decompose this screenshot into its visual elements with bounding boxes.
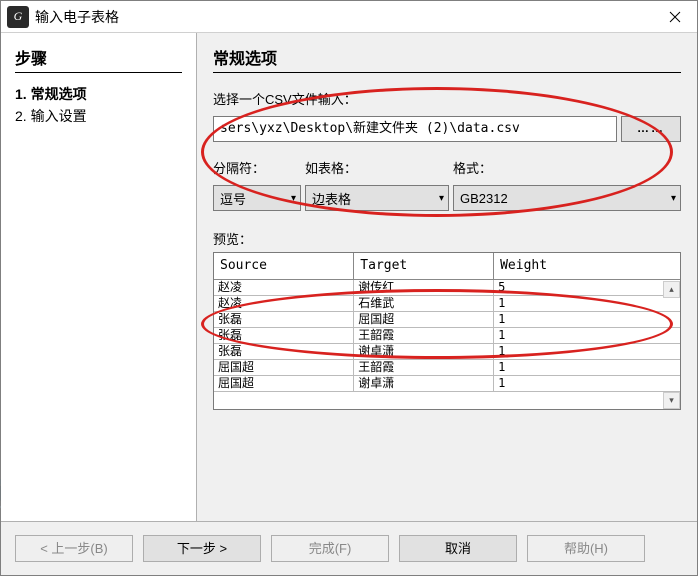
table-cell: 张磊 [214,327,354,343]
scroll-up-button[interactable]: ▴ [663,281,680,298]
table-row[interactable]: 张磊屈国超1 [214,311,680,327]
file-label: 选择一个CSV文件输入： [213,89,681,108]
button-bar: < 上一步(B) 下一步 > 完成(F) 取消 帮助(H) [1,521,697,575]
options-panel: 常规选项 选择一个CSV文件输入： sers\yxz\Desktop\新建文件夹… [197,33,697,521]
file-path-input[interactable]: sers\yxz\Desktop\新建文件夹 (2)\data.csv [213,116,617,142]
table-cell: 张磊 [214,343,354,359]
steps-panel: 步骤 1. 常规选项2. 输入设置 [1,33,197,521]
dropdowns-row: 逗号 ▾ 边表格 ▾ GB2312 ▾ [213,185,681,211]
table-cell: 王韶霞 [354,359,494,375]
table-cell: 1 [494,375,680,391]
table-row[interactable]: 赵凌石维武1 [214,295,680,311]
table-row[interactable]: 赵凌谢传红5 [214,279,680,295]
app-icon-glyph: G [14,9,23,24]
chevron-down-icon: ▾ [439,193,444,204]
table-type-value: 边表格 [312,189,351,208]
table-cell: 张磊 [214,311,354,327]
table-cell: 5 [494,279,680,295]
preview-table: SourceTargetWeight 赵凌谢传红5赵凌石维武1张磊屈国超1张磊王… [214,253,680,392]
table-cell: 赵凌 [214,295,354,311]
step-item[interactable]: 2. 输入设置 [15,105,182,127]
table-row[interactable]: 张磊王韶霞1 [214,327,680,343]
app-icon: G [7,6,29,28]
table-cell: 1 [494,311,680,327]
table-cell: 赵凌 [214,279,354,295]
preview-label: 预览： [213,229,681,248]
steps-heading: 步骤 [15,45,182,69]
file-row: sers\yxz\Desktop\新建文件夹 (2)\data.csv …… [213,116,681,142]
prev-button[interactable]: < 上一步(B) [15,535,133,562]
options-heading: 常规选项 [213,45,681,69]
table-row[interactable]: 屈国超谢卓潇1 [214,375,680,391]
next-button[interactable]: 下一步 > [143,535,261,562]
table-cell: 屈国超 [214,359,354,375]
separator-value: 逗号 [220,189,246,208]
steps-heading-underline [15,72,182,73]
scroll-down-button[interactable]: ▾ [663,392,680,409]
format-value: GB2312 [460,191,508,206]
close-icon [669,11,681,23]
table-cell: 1 [494,343,680,359]
table-cell: 1 [494,327,680,343]
table-cell: 石维武 [354,295,494,311]
window-title: 输入电子表格 [35,7,653,27]
table-cell: 谢卓潇 [354,375,494,391]
table-cell: 王韶霞 [354,327,494,343]
preview-column-header[interactable]: Target [354,253,494,279]
chevron-down-icon: ▾ [291,193,296,204]
preview-header-row: SourceTargetWeight [214,253,680,279]
options-heading-underline [213,72,681,73]
steps-list: 1. 常规选项2. 输入设置 [15,83,182,127]
separator-dropdown[interactable]: 逗号 ▾ [213,185,301,211]
format-dropdown[interactable]: GB2312 ▾ [453,185,681,211]
table-cell: 谢卓潇 [354,343,494,359]
preview-column-header[interactable]: Source [214,253,354,279]
main-area: 步骤 1. 常规选项2. 输入设置 常规选项 选择一个CSV文件输入： sers… [1,33,697,521]
table-row[interactable]: 张磊谢卓潇1 [214,343,680,359]
preview-column-header[interactable]: Weight [494,253,680,279]
browse-button[interactable]: …… [621,116,681,142]
preview-box: SourceTargetWeight 赵凌谢传红5赵凌石维武1张磊屈国超1张磊王… [213,252,681,410]
chevron-down-icon: ▾ [671,193,676,204]
table-type-label: 如表格： [305,158,453,177]
table-cell: 1 [494,359,680,375]
format-label: 格式： [453,158,681,177]
cancel-button[interactable]: 取消 [399,535,517,562]
table-cell: 屈国超 [214,375,354,391]
preview-tbody: 赵凌谢传红5赵凌石维武1张磊屈国超1张磊王韶霞1张磊谢卓潇1屈国超王韶霞1屈国超… [214,279,680,391]
titlebar: G 输入电子表格 [1,1,697,33]
table-cell: 谢传红 [354,279,494,295]
step-item[interactable]: 1. 常规选项 [15,83,182,105]
dropdown-labels-row: 分隔符： 如表格： 格式： [213,158,681,177]
table-cell: 1 [494,295,680,311]
help-button[interactable]: 帮助(H) [527,535,645,562]
table-type-dropdown[interactable]: 边表格 ▾ [305,185,449,211]
table-row[interactable]: 屈国超王韶霞1 [214,359,680,375]
table-cell: 屈国超 [354,311,494,327]
separator-label: 分隔符： [213,158,305,177]
preview-thead: SourceTargetWeight [214,253,680,279]
finish-button[interactable]: 完成(F) [271,535,389,562]
close-button[interactable] [653,1,697,33]
